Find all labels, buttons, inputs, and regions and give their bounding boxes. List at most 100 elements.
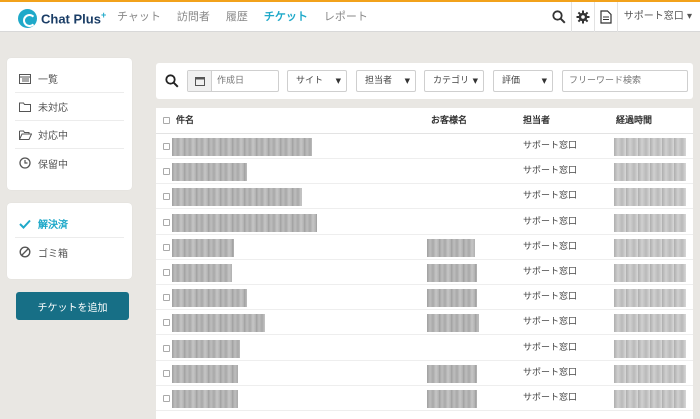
table-row[interactable]: サポート窓口	[156, 134, 693, 159]
main-nav: チャット 訪問者 履歴 チケット レポート	[117, 2, 384, 32]
nav-visitors[interactable]: 訪問者	[177, 2, 210, 32]
redacted-customer-name	[427, 314, 479, 333]
redacted-elapsed-time	[614, 314, 686, 333]
redacted-subject[interactable]	[172, 364, 238, 383]
sidebar-item-label: 一覧	[38, 75, 58, 86]
assignee-cell: サポート窓口	[523, 216, 578, 227]
nav-tickets[interactable]: チケット	[264, 2, 308, 32]
add-ticket-button[interactable]: チケットを追加	[16, 292, 129, 320]
table-row[interactable]: サポート窓口	[156, 260, 693, 285]
table-row[interactable]: サポート窓口	[156, 310, 693, 336]
header-subject[interactable]: 件名	[176, 108, 194, 134]
sidebar-item-unhandled[interactable]: 未対応	[15, 93, 124, 121]
redacted-subject[interactable]	[172, 138, 312, 156]
row-checkbox[interactable]	[163, 269, 170, 276]
redacted-elapsed-time	[614, 289, 686, 308]
header-elapsed[interactable]: 経過時間	[616, 108, 652, 134]
redacted-customer-name	[427, 264, 477, 282]
nav-history[interactable]: 履歴	[226, 2, 248, 32]
redacted-subject[interactable]	[172, 163, 247, 182]
sidebar-item-label: 保留中	[38, 159, 68, 171]
search-icon[interactable]	[162, 70, 182, 92]
category-select[interactable]: カテゴリ ▼	[424, 70, 484, 92]
ticket-status-panel: 一覧 未対応 対応中 保留中	[7, 58, 132, 190]
redacted-subject[interactable]	[172, 238, 234, 257]
filter-bar: サイト▼ 担当者▼ カテゴリ▼ 評価▼	[156, 63, 693, 99]
row-checkbox[interactable]	[163, 294, 170, 302]
document-icon[interactable]	[593, 2, 617, 32]
assignee-cell: サポート窓口	[523, 393, 578, 403]
redacted-customer-name	[427, 238, 475, 257]
caret-down-icon: ▼	[472, 77, 478, 85]
redacted-subject[interactable]	[172, 339, 240, 358]
sidebar-item-all[interactable]: 一覧	[15, 65, 124, 93]
redacted-subject[interactable]	[172, 390, 238, 408]
header-assignee[interactable]: 担当者	[523, 108, 550, 134]
table-row[interactable]: サポート窓口	[156, 210, 693, 235]
caret-down-icon: ▼	[541, 77, 547, 85]
folder-icon	[18, 100, 32, 114]
sidebar-item-label: 解決済	[38, 220, 68, 231]
chat-bubble-logo-icon	[18, 8, 37, 28]
created-date-input[interactable]	[212, 71, 276, 91]
redacted-subject[interactable]	[172, 314, 265, 333]
sidebar-item-trash[interactable]: ゴミ箱	[15, 238, 124, 266]
assignee-cell: サポート窓口	[523, 317, 578, 328]
redacted-subject[interactable]	[172, 289, 247, 308]
sidebar-item-label: 対応中	[38, 131, 68, 142]
row-checkbox[interactable]	[163, 168, 170, 176]
row-checkbox[interactable]	[163, 143, 170, 150]
calendar-icon[interactable]	[188, 71, 212, 91]
row-checkbox[interactable]	[163, 218, 170, 226]
nav-reports[interactable]: レポート	[324, 2, 368, 32]
table-row[interactable]: サポート窓口	[156, 235, 693, 260]
redacted-elapsed-time	[614, 213, 686, 232]
chat-plus-logo[interactable]: Chat Plus+	[18, 8, 106, 28]
redacted-subject[interactable]	[172, 264, 232, 282]
redacted-subject[interactable]	[172, 213, 317, 232]
assignee-cell: サポート窓口	[523, 342, 578, 353]
user-menu-dropdown[interactable]: サポート窓口 ▾	[616, 2, 700, 32]
sidebar-item-label: 未対応	[38, 103, 68, 114]
redacted-elapsed-time	[614, 188, 686, 207]
row-checkbox[interactable]	[163, 344, 170, 352]
redacted-elapsed-time	[614, 364, 686, 383]
gear-icon[interactable]	[570, 2, 594, 32]
redacted-elapsed-time	[614, 390, 686, 408]
header-customer[interactable]: お客様名	[431, 108, 467, 134]
row-checkbox[interactable]	[163, 193, 170, 201]
search-icon[interactable]	[548, 2, 571, 32]
ban-icon	[18, 245, 32, 259]
sidebar-item-on-hold[interactable]: 保留中	[15, 149, 124, 177]
redacted-subject[interactable]	[172, 188, 302, 207]
assignee-select[interactable]: 担当者 ▼	[356, 70, 416, 92]
assignee-cell: サポート窓口	[523, 141, 578, 151]
sidebar-item-in-progress[interactable]: 対応中	[15, 121, 124, 149]
nav-chat[interactable]: チャット	[117, 2, 161, 32]
sidebar-item-resolved[interactable]: 解決済	[15, 210, 124, 238]
table-row[interactable]: サポート窓口	[156, 285, 693, 311]
logo-text: Chat Plus+	[41, 9, 107, 27]
table-row[interactable]: サポート窓口	[156, 386, 693, 411]
folder-open-icon	[18, 128, 32, 142]
select-all-checkbox[interactable]	[163, 117, 170, 124]
rating-select[interactable]: 評価 ▼	[493, 70, 553, 92]
row-checkbox[interactable]	[163, 243, 170, 251]
redacted-elapsed-time	[614, 339, 686, 358]
assignee-cell: サポート窓口	[523, 166, 578, 177]
site-select[interactable]: サイト ▼	[287, 70, 347, 92]
redacted-elapsed-time	[614, 238, 686, 257]
row-checkbox[interactable]	[163, 395, 170, 402]
redacted-elapsed-time	[614, 138, 686, 156]
redacted-elapsed-time	[614, 163, 686, 182]
table-row[interactable]: サポート窓口	[156, 336, 693, 361]
table-row[interactable]: サポート窓口	[156, 361, 693, 386]
sidebar-item-label: ゴミ箱	[38, 248, 68, 260]
table-row[interactable]: サポート窓口	[156, 184, 693, 210]
row-checkbox[interactable]	[163, 319, 170, 327]
table-row[interactable]: サポート窓口	[156, 159, 693, 185]
row-checkbox[interactable]	[163, 369, 170, 377]
top-navigation-bar: Chat Plus+ チャット 訪問者 履歴 チケット レポート サポート窓口 …	[0, 0, 700, 32]
assignee-cell: サポート窓口	[523, 292, 578, 303]
freeword-search-input[interactable]	[562, 70, 688, 92]
